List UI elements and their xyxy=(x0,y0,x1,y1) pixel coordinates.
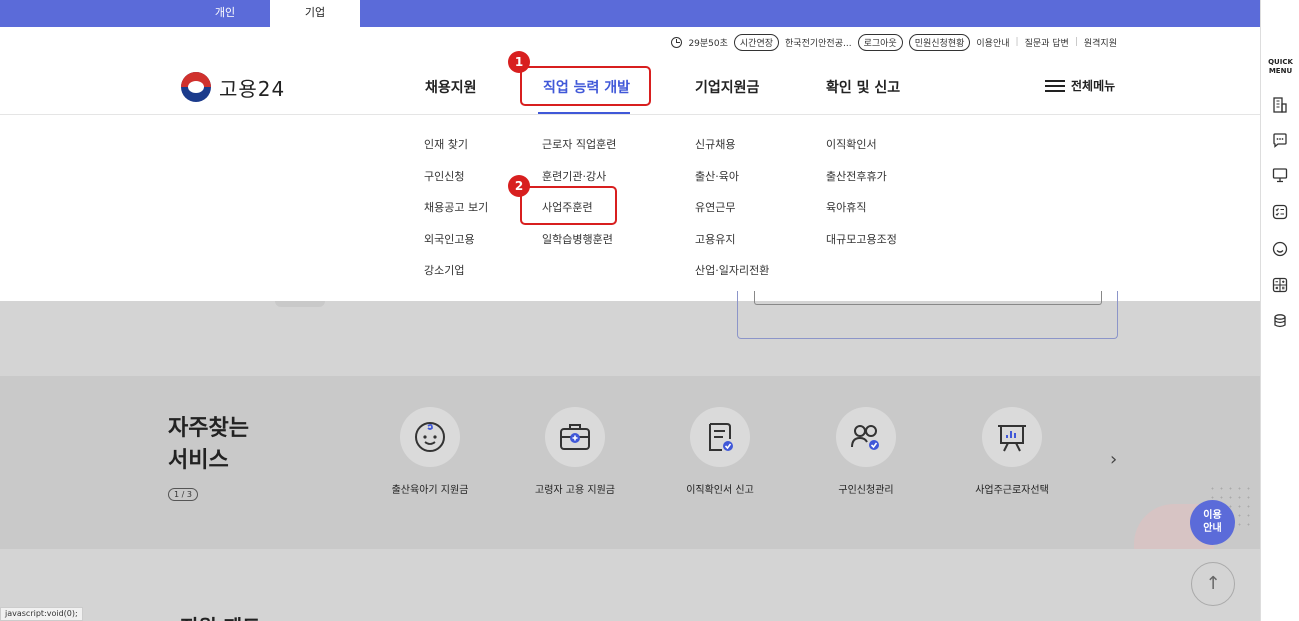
decorative-shape xyxy=(275,301,325,307)
menu-item[interactable]: 출산전후휴가 xyxy=(826,168,897,200)
menu-item[interactable]: 근로자 직업훈련 xyxy=(542,136,616,168)
nav-company-subsidy[interactable]: 기업지원금 xyxy=(695,77,759,97)
divider: | xyxy=(1015,37,1019,47)
next-section-title: 지원 제도 xyxy=(180,611,261,621)
mega-menu-column-recruitment: 인재 찾기 구인신청 채용공고 보기 외국인고용 강소기업 xyxy=(424,136,488,294)
menu-item[interactable]: 유연근무 xyxy=(695,199,769,231)
service-item[interactable]: 구인신청관리 xyxy=(806,407,926,496)
clock-icon xyxy=(671,36,683,48)
annotation-highlight-2 xyxy=(520,186,617,225)
tab-personal[interactable]: 개인 xyxy=(180,0,270,27)
hamburger-icon xyxy=(1045,79,1065,93)
menu-item[interactable]: 이직확인서 xyxy=(826,136,897,168)
service-item[interactable]: 사업주근로자선택 xyxy=(952,407,1072,496)
top-bar: 개인 기업 xyxy=(0,0,1260,27)
presentation-board-icon xyxy=(982,407,1042,467)
menu-item[interactable]: 신규채용 xyxy=(695,136,769,168)
complaint-status-button[interactable]: 민원신청현황 xyxy=(908,33,971,51)
services-title: 자주찾는 서비스 xyxy=(168,416,249,473)
people-check-icon xyxy=(836,407,896,467)
qna-link[interactable]: 질문과 답변 xyxy=(1025,36,1069,49)
remote-support-link[interactable]: 원격지원 xyxy=(1084,36,1117,49)
calculator-icon[interactable] xyxy=(1271,276,1289,294)
mega-menu-column-report: 이직확인서 출산전후휴가 육아휴직 대규모고용조정 xyxy=(826,136,897,262)
menu-item[interactable]: 외국인고용 xyxy=(424,231,488,263)
mega-menu-column-subsidy: 신규채용 출산·육아 유연근무 고용유지 산업·일자리전환 xyxy=(695,136,769,294)
all-menu-button[interactable]: 전체메뉴 xyxy=(1045,77,1115,94)
extend-time-button[interactable]: 시간연장 xyxy=(733,33,780,51)
search-box-fragment xyxy=(737,291,1118,339)
menu-item[interactable]: 구인신청 xyxy=(424,168,488,200)
annotation-badge-2: 2 xyxy=(508,175,530,197)
page-content: 자주찾는 서비스 1 / 3 출산육아기 지원금 고령자 고용 지원금 이직확인… xyxy=(0,291,1260,621)
services-next-arrow[interactable]: › xyxy=(1110,449,1117,470)
quick-menu-title: QUICK MENU xyxy=(1268,58,1293,75)
service-item[interactable]: 이직확인서 신고 xyxy=(660,407,780,496)
logout-button[interactable]: 로그아웃 xyxy=(857,33,903,51)
menu-item[interactable]: 출산·육아 xyxy=(695,168,769,200)
logo-text: 고용24 xyxy=(219,76,286,101)
menu-item[interactable]: 채용공고 보기 xyxy=(424,199,488,231)
all-menu-label: 전체메뉴 xyxy=(1071,79,1116,93)
scroll-to-top-button[interactable]: ↑ xyxy=(1191,562,1235,606)
logo[interactable]: 고용24 xyxy=(181,72,285,102)
smile-icon[interactable] xyxy=(1271,240,1289,258)
database-icon[interactable] xyxy=(1271,312,1289,330)
quick-menu: QUICK MENU xyxy=(1260,0,1299,621)
nav-confirm-report[interactable]: 확인 및 신고 xyxy=(826,77,900,97)
company-name: 한국전기안전공... xyxy=(785,38,852,49)
logo-mark-icon xyxy=(181,72,211,102)
building-icon[interactable] xyxy=(1271,96,1289,114)
chat-icon[interactable] xyxy=(1271,131,1289,149)
browser-status-bar: javascript:void(0); xyxy=(0,607,83,621)
menu-item[interactable]: 대규모고용조정 xyxy=(826,231,897,263)
menu-item[interactable]: 산업·일자리전환 xyxy=(695,262,769,294)
service-item[interactable]: 출산육아기 지원금 xyxy=(370,407,490,496)
frequent-services: 자주찾는 서비스 1 / 3 출산육아기 지원금 고령자 고용 지원금 이직확인… xyxy=(0,376,1260,549)
annotation-highlight-1 xyxy=(520,66,651,106)
session-timer: 29분50초 xyxy=(688,38,728,49)
checklist-icon[interactable] xyxy=(1271,203,1289,221)
utility-bar: 29분50초 시간연장 한국전기안전공... 로그아웃 민원신청현황 이용안내 … xyxy=(671,33,1117,51)
usage-guide-button[interactable]: 이용 안내 xyxy=(1190,500,1235,545)
divider: | xyxy=(1074,37,1078,47)
menu-item[interactable]: 육아휴직 xyxy=(826,199,897,231)
guide-link[interactable]: 이용안내 xyxy=(976,36,1009,49)
document-check-icon xyxy=(690,407,750,467)
mega-menu: 인재 찾기 구인신청 채용공고 보기 외국인고용 강소기업 근로자 직업훈련 훈… xyxy=(0,114,1260,301)
briefcase-plus-icon xyxy=(545,407,605,467)
menu-item[interactable]: 고용유지 xyxy=(695,231,769,263)
tab-company[interactable]: 기업 xyxy=(270,0,360,27)
service-item[interactable]: 고령자 고용 지원금 xyxy=(515,407,635,496)
menu-item[interactable]: 일학습병행훈련 xyxy=(542,231,616,263)
nav-recruitment[interactable]: 채용지원 xyxy=(425,77,477,97)
monitor-icon[interactable] xyxy=(1271,166,1289,184)
menu-item[interactable]: 인재 찾기 xyxy=(424,136,488,168)
annotation-badge-1: 1 xyxy=(508,51,530,73)
baby-icon xyxy=(400,407,460,467)
menu-item[interactable]: 강소기업 xyxy=(424,262,488,294)
services-page-indicator: 1 / 3 xyxy=(168,488,198,501)
